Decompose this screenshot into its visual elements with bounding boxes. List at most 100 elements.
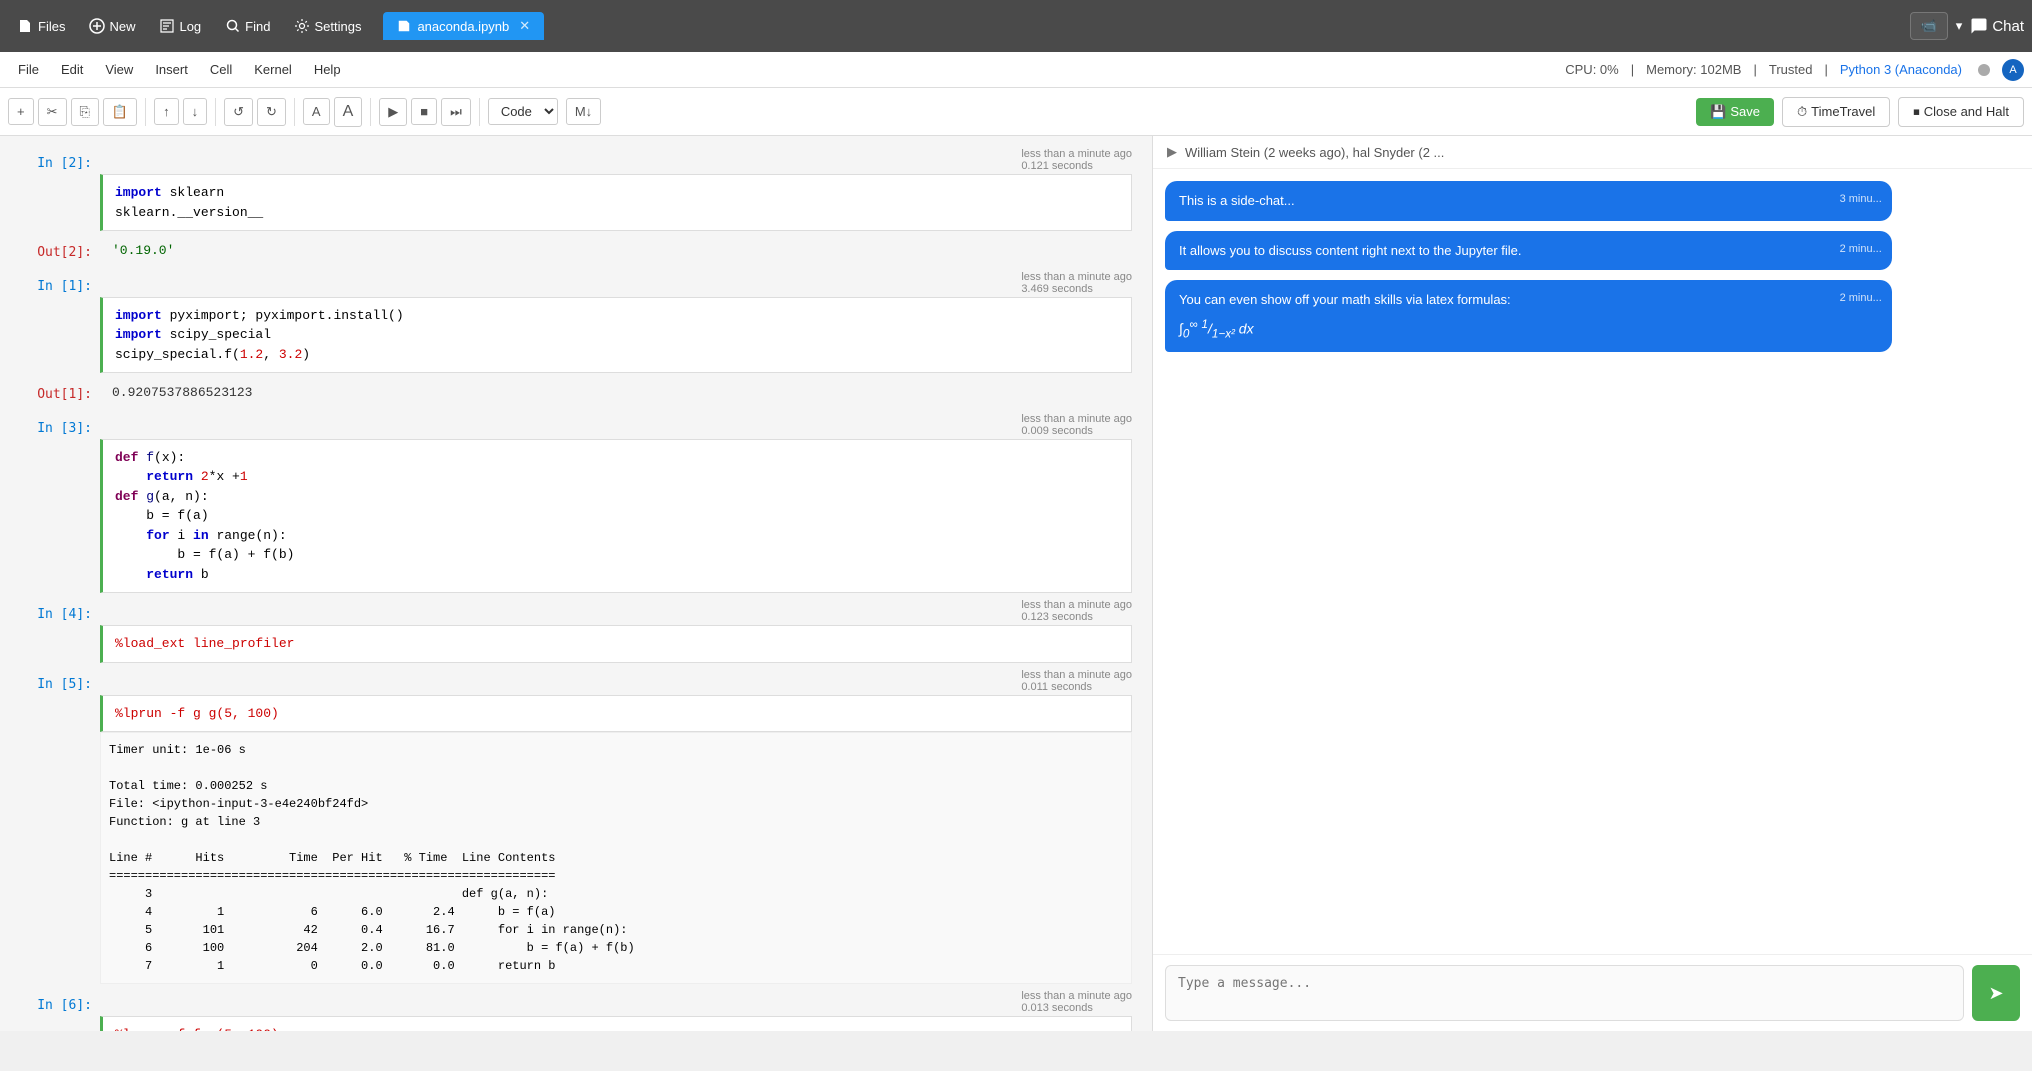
cell-2-input[interactable]: import sklearn sklearn.__version__ xyxy=(100,174,1132,231)
cell-3-input[interactable]: def f(x): return 2*x +1 def g(a, n): b =… xyxy=(100,439,1132,594)
markdown-button[interactable]: M↓ xyxy=(566,98,601,125)
next-button[interactable]: ⏭ xyxy=(441,98,471,126)
chat-input[interactable] xyxy=(1165,965,1964,1021)
kernel-circle-icon xyxy=(1978,64,1990,76)
menu-bar: File Edit View Insert Cell Kernel Help C… xyxy=(0,52,2032,88)
chat-header-text: William Stein (2 weeks ago), hal Snyder … xyxy=(1185,145,1444,160)
log-button[interactable]: Log xyxy=(149,12,211,40)
dropdown-icon[interactable]: ▾ xyxy=(1956,18,1963,34)
chat-message-3-text: You can even show off your math skills v… xyxy=(1179,292,1511,307)
find-label: Find xyxy=(245,19,270,34)
files-button[interactable]: Files xyxy=(8,12,75,40)
cell-1-input[interactable]: import pyximport; pyximport.install() im… xyxy=(100,297,1132,374)
new-button[interactable]: New xyxy=(79,12,145,40)
move-up-button[interactable]: ↑ xyxy=(154,98,179,125)
menu-file[interactable]: File xyxy=(8,58,49,81)
cell-3-body: less than a minute ago0.009 seconds def … xyxy=(100,413,1132,594)
expand-icon[interactable]: ▶ xyxy=(1167,144,1177,160)
cell-6-input[interactable]: %lprun -f f g(5, 100) xyxy=(100,1016,1132,1031)
chat-input-area: ➤ xyxy=(1153,954,2032,1031)
trusted-badge: Trusted xyxy=(1769,62,1813,77)
sep4 xyxy=(370,98,371,126)
tab-close-icon[interactable]: ✕ xyxy=(519,18,530,34)
settings-button[interactable]: Settings xyxy=(284,12,371,40)
halt-button[interactable]: ⏹ Close and Halt xyxy=(1898,97,2024,127)
copy-button[interactable]: ⎘ xyxy=(71,98,99,126)
menu-edit[interactable]: Edit xyxy=(51,58,93,81)
cell-2: In [2]: less than a minute ago0.121 seco… xyxy=(20,148,1132,231)
math-formula: ∫0∞ 1/1−x² dx xyxy=(1179,316,1878,343)
chat-message-2-time: 2 minu... xyxy=(1840,241,1882,258)
cell-5-body: less than a minute ago0.011 seconds %lpr… xyxy=(100,669,1132,985)
cell-3: In [3]: less than a minute ago0.009 seco… xyxy=(20,413,1132,594)
cell-2-out-prompt: Out[2]: xyxy=(20,237,100,265)
cell-5-input[interactable]: %lprun -f g g(5, 100) xyxy=(100,695,1132,733)
cell-2-meta: less than a minute ago0.121 seconds xyxy=(100,148,1132,172)
cell-3-in-prompt: In [3]: xyxy=(20,413,100,594)
notebook-area[interactable]: In [2]: less than a minute ago0.121 seco… xyxy=(0,136,1152,1031)
cell-5-in-prompt: In [5]: xyxy=(20,669,100,985)
save-button[interactable]: 💾 Save xyxy=(1696,98,1774,126)
stop-button[interactable]: ■ xyxy=(411,98,437,125)
cell-1-body: less than a minute ago3.469 seconds impo… xyxy=(100,271,1132,374)
send-button[interactable]: ➤ xyxy=(1972,965,2020,1021)
video-button[interactable]: 📹 xyxy=(1910,12,1948,40)
chat-message-2: It allows you to discuss content right n… xyxy=(1165,231,2020,271)
status-sep2: | xyxy=(1753,62,1756,77)
find-button[interactable]: Find xyxy=(215,12,280,40)
nav-right: 📹 ▾ Chat xyxy=(1910,12,2024,40)
chat-bubble-2: It allows you to discuss content right n… xyxy=(1165,231,1892,271)
settings-label: Settings xyxy=(314,19,361,34)
sep5 xyxy=(479,98,480,126)
chat-message-2-text: It allows you to discuss content right n… xyxy=(1179,243,1522,258)
move-down-button[interactable]: ↓ xyxy=(183,98,208,125)
chat-panel: ▶ William Stein (2 weeks ago), hal Snyde… xyxy=(1152,136,2032,1031)
chat-button[interactable]: Chat xyxy=(1970,17,2024,35)
status-info: CPU: 0% | Memory: 102MB | Trusted | Pyth… xyxy=(1565,59,2024,81)
cell-type-select[interactable]: Code xyxy=(488,98,558,125)
memory-status: Memory: 102MB xyxy=(1646,62,1741,77)
font-increase-button[interactable]: A xyxy=(334,97,363,127)
notebook-tab[interactable]: anaconda.ipynb ✕ xyxy=(383,12,544,40)
cell-6-in-prompt: In [6]: xyxy=(20,990,100,1031)
chat-label: Chat xyxy=(1992,18,2024,35)
add-cell-button[interactable]: + xyxy=(8,98,34,125)
undo-button[interactable]: ↺ xyxy=(224,98,253,126)
cut-button[interactable]: ✂ xyxy=(38,98,67,126)
chat-message-1: This is a side-chat... 3 minu... xyxy=(1165,181,2020,221)
redo-button[interactable]: ↻ xyxy=(257,98,286,126)
menu-kernel[interactable]: Kernel xyxy=(244,58,302,81)
menu-cell[interactable]: Cell xyxy=(200,58,242,81)
cell-4-in-prompt: In [4]: xyxy=(20,599,100,663)
cell-4: In [4]: less than a minute ago0.123 seco… xyxy=(20,599,1132,663)
menu-insert[interactable]: Insert xyxy=(145,58,198,81)
menu-view[interactable]: View xyxy=(95,58,143,81)
chat-header: ▶ William Stein (2 weeks ago), hal Snyde… xyxy=(1153,136,2032,169)
menu-help[interactable]: Help xyxy=(304,58,351,81)
status-sep1: | xyxy=(1631,62,1634,77)
chat-message-3: You can even show off your math skills v… xyxy=(1165,280,2020,352)
cell-4-body: less than a minute ago0.123 seconds %loa… xyxy=(100,599,1132,663)
chat-message-1-time: 3 minu... xyxy=(1840,191,1882,208)
timetravel-label: TimeTravel xyxy=(1811,104,1875,119)
chat-message-3-time: 2 minu... xyxy=(1840,290,1882,307)
send-icon: ➤ xyxy=(1988,983,2003,1004)
cell-5-output: Timer unit: 1e-06 s Total time: 0.000252… xyxy=(100,732,1132,984)
paste-button[interactable]: 📋 xyxy=(103,98,137,126)
log-label: Log xyxy=(179,19,201,34)
run-button[interactable]: ▶ xyxy=(379,98,407,126)
chat-message-1-text: This is a side-chat... xyxy=(1179,193,1295,208)
cell-4-input[interactable]: %load_ext line_profiler xyxy=(100,625,1132,663)
font-decrease-button[interactable]: A xyxy=(303,98,330,125)
cell-1: In [1]: less than a minute ago3.469 seco… xyxy=(20,271,1132,374)
anaconda-icon: A xyxy=(2002,59,2024,81)
cpu-status: CPU: 0% xyxy=(1565,62,1618,77)
cell-1-out-prompt: Out[1]: xyxy=(20,379,100,407)
status-sep3: | xyxy=(1824,62,1827,77)
cell-3-meta: less than a minute ago0.009 seconds xyxy=(100,413,1132,437)
timetravel-button[interactable]: ⏱ TimeTravel xyxy=(1782,97,1890,127)
main-layout: In [2]: less than a minute ago0.121 seco… xyxy=(0,136,2032,1031)
cell-2-body: less than a minute ago0.121 seconds impo… xyxy=(100,148,1132,231)
chat-bubble-1: This is a side-chat... 3 minu... xyxy=(1165,181,1892,221)
save-icon: 💾 xyxy=(1710,104,1726,120)
